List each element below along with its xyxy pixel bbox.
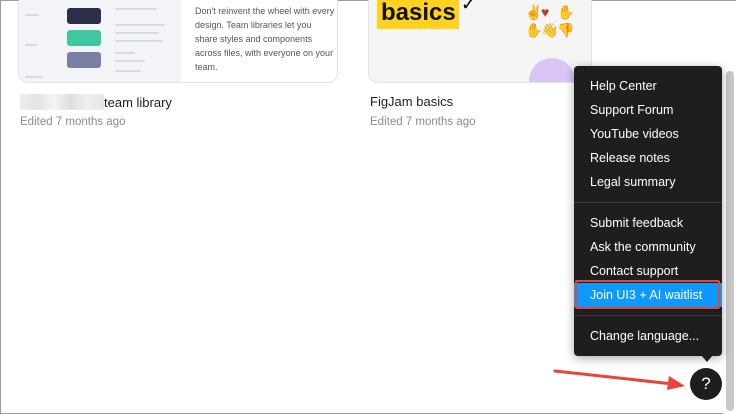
sticker-icon: ✌ [525,4,543,20]
thumbnail-description: Don't reinvent the wheel with every desi… [195,6,335,72]
menu-separator [574,315,722,316]
thumbnail-line [115,32,159,34]
file-name-suffix: team library [104,95,172,110]
menu-item-release-notes[interactable]: Release notes [574,146,722,170]
file-card-team-library[interactable]: Don't reinvent the wheel with every desi… [18,0,338,83]
sticker-icon: ✋ [557,4,575,20]
thumbnail-line [25,44,37,46]
thumbnail-banner: basics [377,0,459,29]
menu-item-submit-feedback[interactable]: Submit feedback [574,211,722,235]
file-card-figjam-basics[interactable]: basics ✓ ✌ ♥ ✋ ✋ 👋 👎 [368,0,592,83]
thumbnail-line [25,14,39,16]
sticker-icon: ♥ [541,4,550,20]
file-edited-time: Edited 7 months ago [370,116,476,128]
redacted-name [20,94,104,110]
thumbnail-line [115,60,145,62]
menu-item-support-forum[interactable]: Support Forum [574,98,722,122]
thumbnail-swatch [67,8,101,24]
thumbnail-line [115,52,135,54]
checkmark-icon: ✓ [461,0,477,14]
thumbnail-line [115,40,163,42]
thumbnail-line [25,76,43,78]
thumbnail-swatch [67,30,101,46]
file-name[interactable]: FigJam basics [370,94,453,109]
file-edited-time: Edited 7 months ago [20,116,126,128]
help-menu: Help Center Support Forum YouTube videos… [574,66,722,356]
menu-item-legal-summary[interactable]: Legal summary [574,170,722,194]
menu-item-contact-support[interactable]: Contact support [574,259,722,283]
menu-item-change-language[interactable]: Change language... [574,324,722,348]
thumbnail-swatch [67,52,101,68]
thumbnail-line [115,24,165,26]
menu-item-youtube-videos[interactable]: YouTube videos [574,122,722,146]
menu-item-help-center[interactable]: Help Center [574,74,722,98]
thumbnail-sidebar [19,0,181,82]
sticker-circle [529,58,575,82]
menu-pointer [701,355,713,362]
thumbnail-line [115,8,157,10]
menu-separator [574,202,722,203]
sticker-icon: 👋 [541,22,559,38]
menu-item-ask-community[interactable]: Ask the community [574,235,722,259]
file-name[interactable]: team library [20,94,172,110]
question-mark-icon: ? [701,374,711,393]
sticker-icon: 👎 [557,22,575,38]
menu-item-join-waitlist[interactable]: Join UI3 + AI waitlist [574,283,722,307]
sticker-icon: ✋ [525,22,543,38]
scrollbar-thumb[interactable] [726,71,734,411]
annotation-arrow-icon [553,369,685,390]
thumbnail-line [115,70,141,72]
help-button[interactable]: ? [690,368,722,400]
